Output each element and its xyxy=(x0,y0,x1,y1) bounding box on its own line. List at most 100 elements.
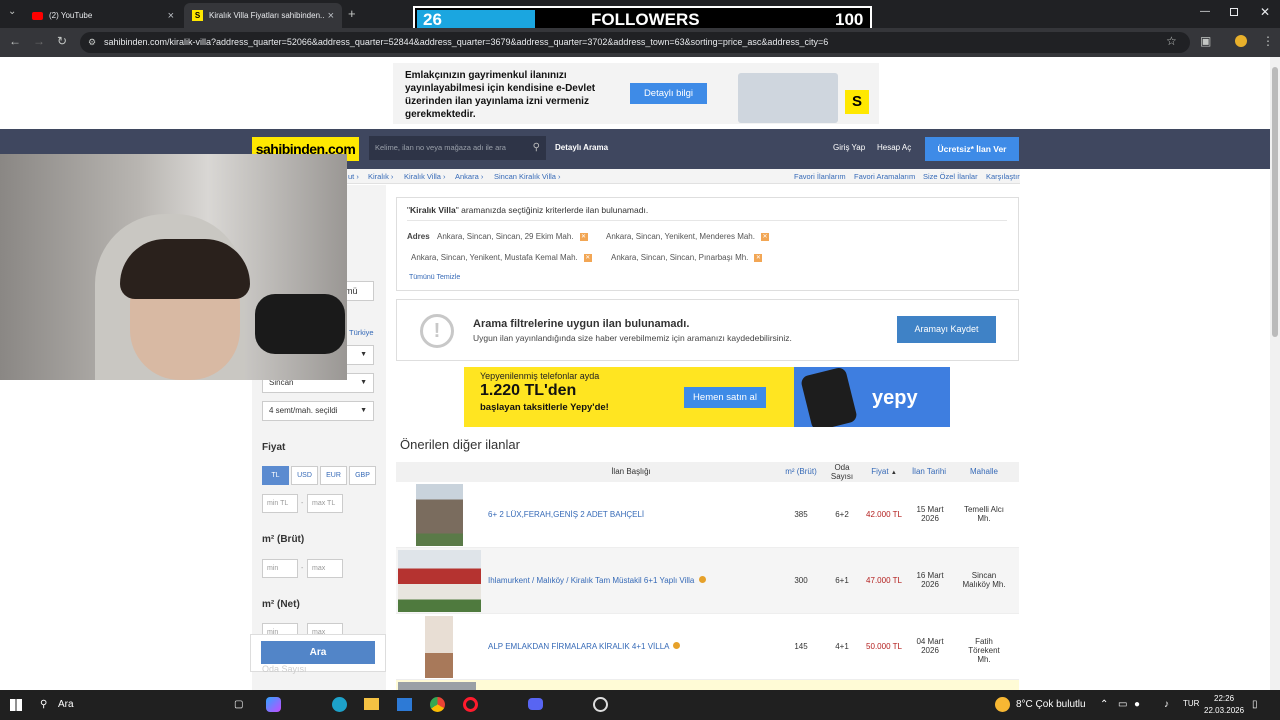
close-window-icon[interactable]: ✕ xyxy=(1260,5,1270,19)
opera-icon[interactable] xyxy=(463,697,478,712)
listing-thumbnail[interactable] xyxy=(398,550,481,612)
min-price-input[interactable]: min TL xyxy=(262,494,298,513)
currency-usd[interactable]: USD xyxy=(291,466,318,485)
breadcrumb-item[interactable]: Sincan Kiralık Villa › xyxy=(494,172,561,181)
new-tab-icon[interactable]: + xyxy=(348,6,356,21)
col-date[interactable]: İlan Tarihi xyxy=(908,462,950,482)
clock-time[interactable]: 22:26 xyxy=(1214,694,1234,703)
close-tab-icon[interactable]: × xyxy=(328,10,334,22)
notification-icon[interactable]: ▯ xyxy=(1252,699,1258,710)
currency-eur[interactable]: EUR xyxy=(320,466,347,485)
microphone-icon[interactable]: ● xyxy=(1134,699,1140,710)
url-text: sahibinden.com/kiralik-villa?address_qua… xyxy=(104,37,829,47)
taskbar-search-icon[interactable]: ⚲ xyxy=(40,699,47,710)
tray-chevron-icon[interactable]: ⌃ xyxy=(1100,699,1108,710)
filter-tag[interactable]: Ankara, Sincan, Sincan, 29 Ekim Mah. ✕ xyxy=(437,232,588,241)
detailed-search-link[interactable]: Detaylı Arama xyxy=(555,143,608,152)
suggested-title: Önerilen diğer ilanlar xyxy=(400,437,520,452)
col-rooms[interactable]: Oda Sayısı xyxy=(826,462,858,482)
forward-icon[interactable]: → xyxy=(33,34,45,48)
clear-all-link[interactable]: Tümünü Temizle xyxy=(409,274,460,281)
remove-filter-icon[interactable]: ✕ xyxy=(579,232,588,241)
breadcrumb-item[interactable]: Ankara › xyxy=(455,172,483,181)
edge-icon[interactable] xyxy=(332,697,347,712)
min-area-gross-input[interactable]: min xyxy=(262,559,298,578)
bookmark-star-icon[interactable]: ☆ xyxy=(1166,34,1177,48)
country-link[interactable]: Türkiye xyxy=(349,328,374,337)
extensions-icon[interactable]: ▣ xyxy=(1200,34,1211,48)
volume-icon[interactable]: ♪ xyxy=(1164,699,1169,710)
chrome-icon[interactable] xyxy=(430,697,445,712)
tab-search-button[interactable]: ⌄ xyxy=(8,6,16,17)
detailed-info-button[interactable]: Detaylı bilgi xyxy=(630,83,707,104)
tab-youtube[interactable]: (2) YouTube × xyxy=(24,3,182,28)
summary-text: " aramanızda seçtiğiniz kriterlerde ilan… xyxy=(455,205,649,215)
address-bar[interactable]: ⚙ sahibinden.com/kiralik-villa?address_q… xyxy=(80,32,1190,53)
filter-tag[interactable]: Ankara, Sincan, Sincan, Pınarbaşı Mh. ✕ xyxy=(611,253,763,262)
reload-icon[interactable]: ↻ xyxy=(57,34,67,48)
edevlet-banner-ad[interactable]: Emlakçınızın gayrimenkul ilanınızı yayın… xyxy=(393,63,879,124)
clock-date[interactable]: 22.03.2026 xyxy=(1204,706,1244,715)
search-icon[interactable]: ⚲ xyxy=(533,136,540,160)
currency-gbp[interactable]: GBP xyxy=(349,466,376,485)
listing-thumbnail[interactable] xyxy=(425,616,453,678)
favorite-searches-link[interactable]: Favori Aramalarım xyxy=(854,172,915,181)
breadcrumb-item[interactable]: Kiralık › xyxy=(368,172,393,181)
scrollbar-thumb[interactable] xyxy=(1272,67,1278,337)
filter-tag[interactable]: Ankara, Sincan, Yenikent, Menderes Mah. ✕ xyxy=(606,232,769,241)
remove-filter-icon[interactable]: ✕ xyxy=(760,232,769,241)
page-scrollbar[interactable] xyxy=(1270,57,1280,690)
listing-title-link[interactable]: Ihlamurkent / Malıköy / Kiralık Tam Müst… xyxy=(488,576,706,585)
weather-text[interactable]: 8°C Çok bulutlu xyxy=(1016,699,1086,710)
listing-title-link[interactable]: ALP EMLAKDAN FİRMALARA KİRALIK 4+1 VİLLA xyxy=(488,642,681,651)
col-district[interactable]: Mahalle xyxy=(952,462,1016,482)
chevron-down-icon: ▼ xyxy=(360,351,367,358)
max-area-gross-input[interactable]: max xyxy=(307,559,343,578)
obs-icon[interactable] xyxy=(593,697,608,712)
register-link[interactable]: Hesap Aç xyxy=(877,143,911,152)
filter-tag[interactable]: Ankara, Sincan, Yenikent, Mustafa Kemal … xyxy=(411,253,592,262)
task-view-icon[interactable]: ▢ xyxy=(234,699,243,710)
listing-title-link[interactable]: 6+ 2 LÜX,FERAH,GENİŞ 2 ADET BAHÇELİ xyxy=(488,510,644,519)
restore-icon[interactable] xyxy=(1230,8,1238,16)
breadcrumb-item[interactable]: ut › xyxy=(348,172,359,181)
post-ad-button[interactable]: Ücretsiz* İlan Ver xyxy=(925,137,1019,161)
col-area[interactable]: m² (Brüt) xyxy=(780,462,822,482)
back-icon[interactable]: ← xyxy=(9,34,21,48)
personal-ads-link[interactable]: Size Özel İlanlar xyxy=(923,172,978,181)
profile-avatar[interactable] xyxy=(1235,35,1247,47)
table-row[interactable]: 6+ 2 LÜX,FERAH,GENİŞ 2 ADET BAHÇELİ 385 … xyxy=(396,482,1019,548)
compare-link[interactable]: Karşılaştır xyxy=(986,172,1020,181)
close-tab-icon[interactable]: × xyxy=(168,10,174,22)
discord-icon[interactable] xyxy=(528,698,543,710)
windows-start-icon[interactable] xyxy=(10,699,22,711)
table-row[interactable]: Ihlamurkent / Malıköy / Kiralık Tam Müst… xyxy=(396,548,1019,614)
max-price-input[interactable]: max TL xyxy=(307,494,343,513)
listing-thumbnail[interactable] xyxy=(398,682,476,690)
col-price[interactable]: Fiyat ▲ xyxy=(862,462,906,482)
table-row[interactable]: ALP EMLAKDAN FİRMALARA KİRALIK 4+1 VİLLA… xyxy=(396,614,1019,680)
save-search-button[interactable]: Aramayı Kaydet xyxy=(897,316,996,343)
currency-tl[interactable]: TL xyxy=(262,466,289,485)
remove-filter-icon[interactable]: ✕ xyxy=(583,253,592,262)
network-icon[interactable]: ▭ xyxy=(1118,699,1127,710)
apply-search-button[interactable]: Ara xyxy=(261,641,375,664)
table-row[interactable] xyxy=(396,680,1019,690)
taskbar-search-label[interactable]: Ara xyxy=(58,699,74,710)
listing-thumbnail[interactable] xyxy=(416,484,463,546)
favorite-ads-link[interactable]: Favori İlanlarım xyxy=(794,172,846,181)
login-link[interactable]: Giriş Yap xyxy=(833,143,865,152)
breadcrumb-item[interactable]: Kiralık Villa › xyxy=(404,172,446,181)
copilot-icon[interactable] xyxy=(266,697,281,712)
mail-icon[interactable] xyxy=(397,698,412,711)
buy-now-button[interactable]: Hemen satın al xyxy=(684,387,766,408)
minimize-icon[interactable]: — xyxy=(1200,6,1210,17)
menu-icon[interactable]: ⋮ xyxy=(1262,34,1274,48)
quarter-select[interactable]: 4 semt/mah. seçildi ▼ xyxy=(262,401,374,421)
file-explorer-icon[interactable] xyxy=(364,698,379,710)
remove-filter-icon[interactable]: ✕ xyxy=(754,253,763,262)
tab-sahibinden[interactable]: S Kiralık Villa Fiyatları sahibinden... … xyxy=(184,3,342,28)
keyboard-language[interactable]: TUR xyxy=(1183,699,1199,708)
site-info-icon[interactable]: ⚙ xyxy=(88,32,96,53)
search-input[interactable]: Kelime, ilan no veya mağaza adı ile ara … xyxy=(369,136,546,160)
